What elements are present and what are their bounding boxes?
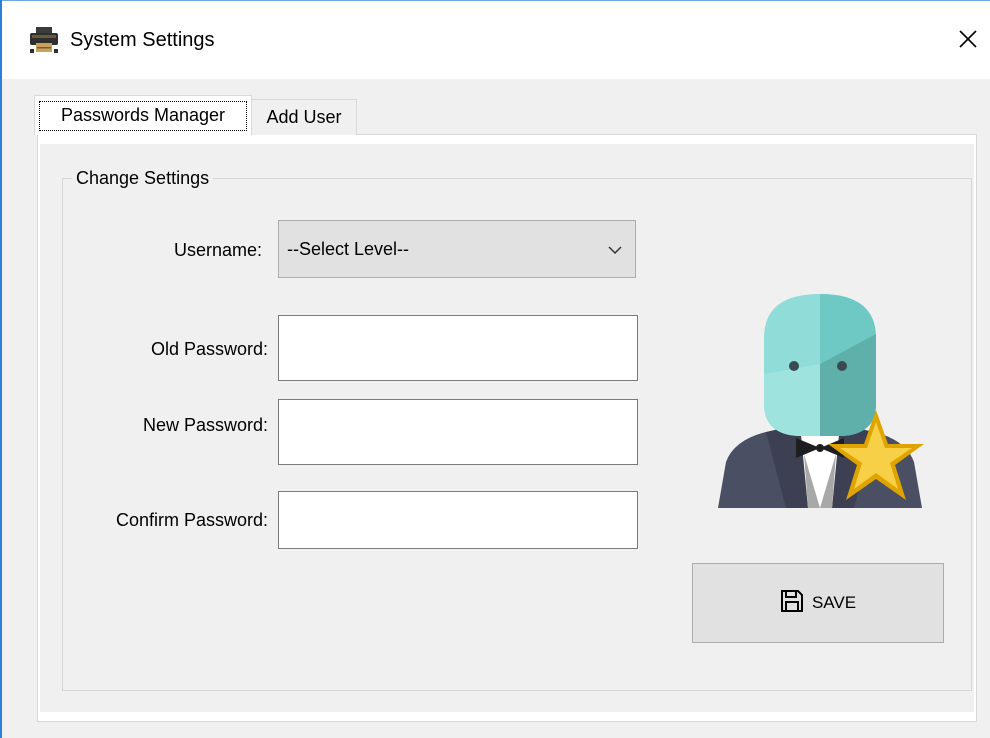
printer-icon — [28, 25, 60, 55]
username-select-value: --Select Level-- — [287, 239, 410, 259]
title-bar[interactable]: System Settings — [2, 1, 990, 79]
chevron-down-icon — [607, 243, 623, 261]
save-button[interactable]: SAVE — [692, 563, 944, 643]
tab-focus-rect — [39, 101, 247, 131]
tab-passwords-manager[interactable]: Passwords Manager — [34, 95, 252, 135]
confirm-password-field[interactable] — [278, 491, 638, 549]
username-label: Username: — [173, 240, 262, 260]
tab-add-user[interactable]: Add User — [251, 99, 357, 135]
old-password-field[interactable] — [278, 315, 638, 381]
new-password-label: New Password: — [142, 415, 268, 435]
tab-add-user-label: Add User — [266, 107, 342, 127]
close-button[interactable] — [948, 21, 988, 61]
window-title: System Settings — [70, 29, 215, 51]
save-button-label: SAVE — [811, 593, 857, 612]
confirm-password-label: Confirm Password: — [115, 510, 268, 530]
floppy-disk-icon — [780, 589, 804, 618]
username-select[interactable]: --Select Level-- — [278, 220, 636, 278]
admin-user-star-icon — [716, 294, 936, 514]
new-password-field[interactable] — [278, 399, 638, 465]
old-password-label: Old Password: — [150, 339, 268, 359]
close-icon — [958, 29, 978, 54]
groupbox-title: Change Settings — [72, 168, 214, 189]
